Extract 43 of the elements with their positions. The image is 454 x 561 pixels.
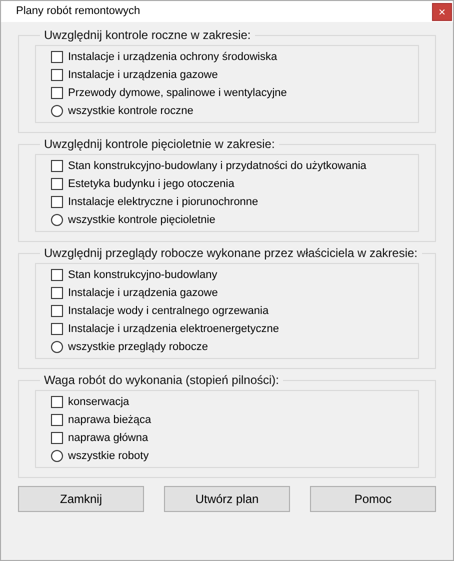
checkbox[interactable]	[51, 160, 63, 172]
checkbox[interactable]	[51, 69, 63, 81]
group-title: Uwzględnij przeglądy robocze wykonane przez właściciela w zakresie:	[43, 246, 418, 261]
radio-label[interactable]: wszystkie roboty	[68, 448, 149, 464]
dialog-button[interactable]: Pomoc	[310, 486, 436, 512]
checkbox[interactable]	[51, 196, 63, 208]
checkbox-label[interactable]: Instalacje i urządzenia gazowe	[68, 66, 218, 84]
radio-label[interactable]: wszystkie przeglądy robocze	[68, 338, 208, 356]
checkbox[interactable]	[51, 287, 63, 299]
radio-button[interactable]	[51, 214, 63, 226]
checkbox[interactable]	[51, 87, 63, 99]
radio-label[interactable]: wszystkie kontrole roczne	[68, 102, 194, 120]
dialog-button[interactable]: Zamknij	[18, 486, 144, 512]
checkbox-label[interactable]: Instalacje wody i centralnego ogrzewania	[68, 302, 269, 320]
checkbox-label[interactable]: Instalacje elektryczne i piorunochronne	[68, 194, 258, 210]
checkbox-label[interactable]: Instalacje i urządzenia gazowe	[68, 284, 218, 302]
radio-button[interactable]	[51, 341, 63, 353]
group-title: Uwzględnij kontrole roczne w zakresie:	[43, 28, 252, 43]
checkbox-label[interactable]: Przewody dymowe, spalinowe i wentylacyjne	[68, 84, 287, 102]
checkbox[interactable]	[51, 396, 63, 408]
dialog-button[interactable]: Utwórz plan	[164, 486, 290, 512]
checkbox-label[interactable]: Estetyka budynku i jego otoczenia	[68, 176, 234, 192]
checkbox[interactable]	[51, 305, 63, 317]
checkbox[interactable]	[51, 414, 63, 426]
checkbox-label[interactable]: Stan konstrukcyjno-budowlany i przydatności do użytkowania	[68, 158, 366, 174]
checkbox[interactable]	[51, 269, 63, 281]
group-title: Waga robót do wykonania (stopień pilności):	[43, 373, 280, 388]
window-title: Plany robót remontowych	[16, 4, 140, 20]
checkbox-label[interactable]: Instalacje i urządzenia ochrony środowiska	[68, 48, 278, 66]
group-title: Uwzględnij kontrole pięcioletnie w zakresie:	[43, 137, 276, 152]
close-button[interactable]: ×	[432, 2, 452, 20]
radio-button[interactable]	[51, 450, 63, 462]
checkbox[interactable]	[51, 323, 63, 335]
checkbox-label[interactable]: konserwacja	[68, 394, 130, 410]
radio-label[interactable]: wszystkie kontrole pięcioletnie	[68, 212, 216, 228]
checkbox-label[interactable]: Instalacje i urządzenia elektroenergetyczne	[68, 320, 279, 338]
checkbox-label[interactable]: naprawa bieżąca	[68, 412, 152, 428]
checkbox-label[interactable]: naprawa główna	[68, 430, 148, 446]
checkbox[interactable]	[51, 432, 63, 444]
checkbox[interactable]	[51, 51, 63, 63]
checkbox-label[interactable]: Stan konstrukcyjno-budowlany	[68, 266, 218, 284]
radio-button[interactable]	[51, 105, 63, 117]
checkbox[interactable]	[51, 178, 63, 190]
